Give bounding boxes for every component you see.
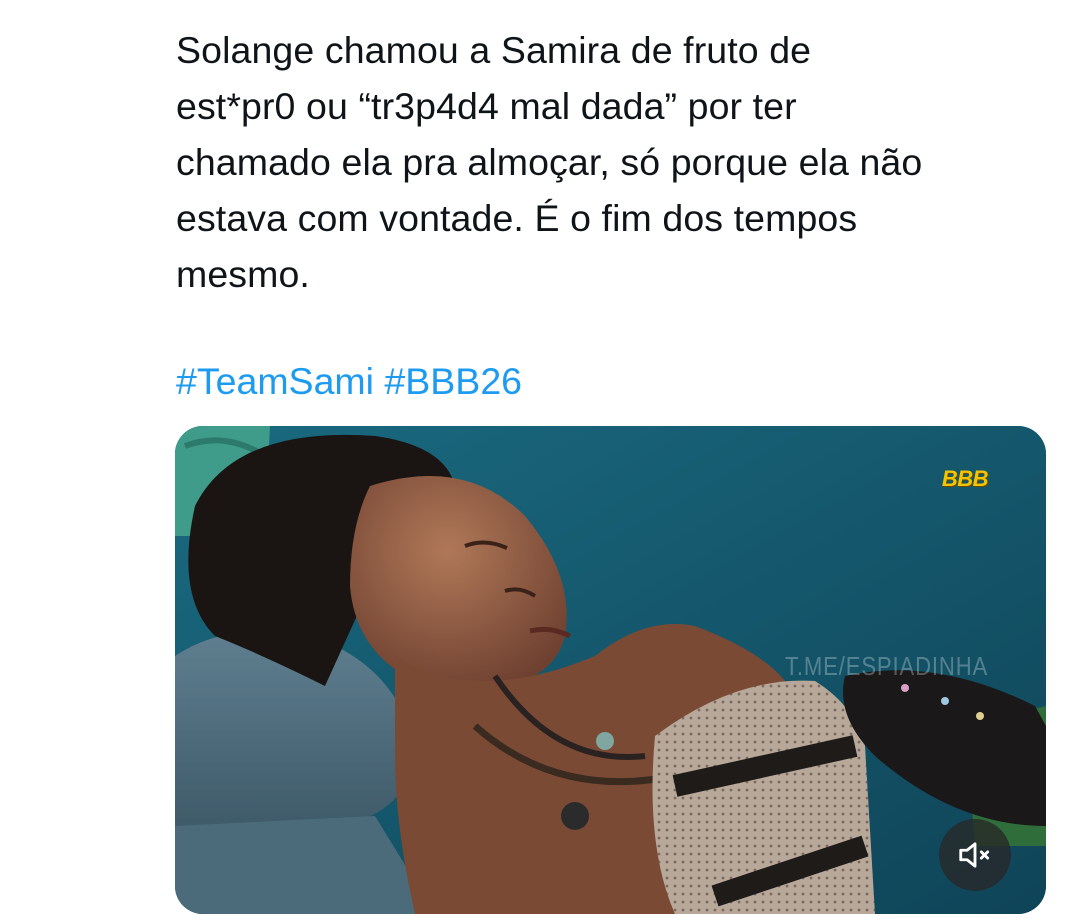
video-player[interactable]: BBB T.ME/ESPIADINHA — [175, 426, 1046, 914]
tweet-text-line: est*pr0 ou “tr3p4d4 mal dada” por ter — [176, 85, 797, 127]
mute-button[interactable] — [939, 819, 1011, 891]
hashtag-row: #TeamSami #BBB26 — [176, 353, 522, 409]
hashtag-bbb26[interactable]: #BBB26 — [384, 360, 522, 402]
speaker-muted-icon — [959, 842, 990, 868]
channel-logo: BBB — [941, 466, 989, 491]
tweet-text-line: Solange chamou a Samira de fruto de — [176, 29, 812, 71]
tweet-text: Solange chamou a Samira de fruto de est*… — [176, 22, 1056, 302]
tweet-text-line: estava com vontade. É o fim dos tempos — [176, 197, 858, 239]
hashtag-teamsami[interactable]: #TeamSami — [176, 360, 374, 402]
tweet-text-line: mesmo. — [176, 253, 310, 295]
watermark-text: T.ME/ESPIADINHA — [785, 651, 989, 681]
tweet-text-line: chamado ela pra almoçar, só porque ela n… — [176, 141, 923, 183]
